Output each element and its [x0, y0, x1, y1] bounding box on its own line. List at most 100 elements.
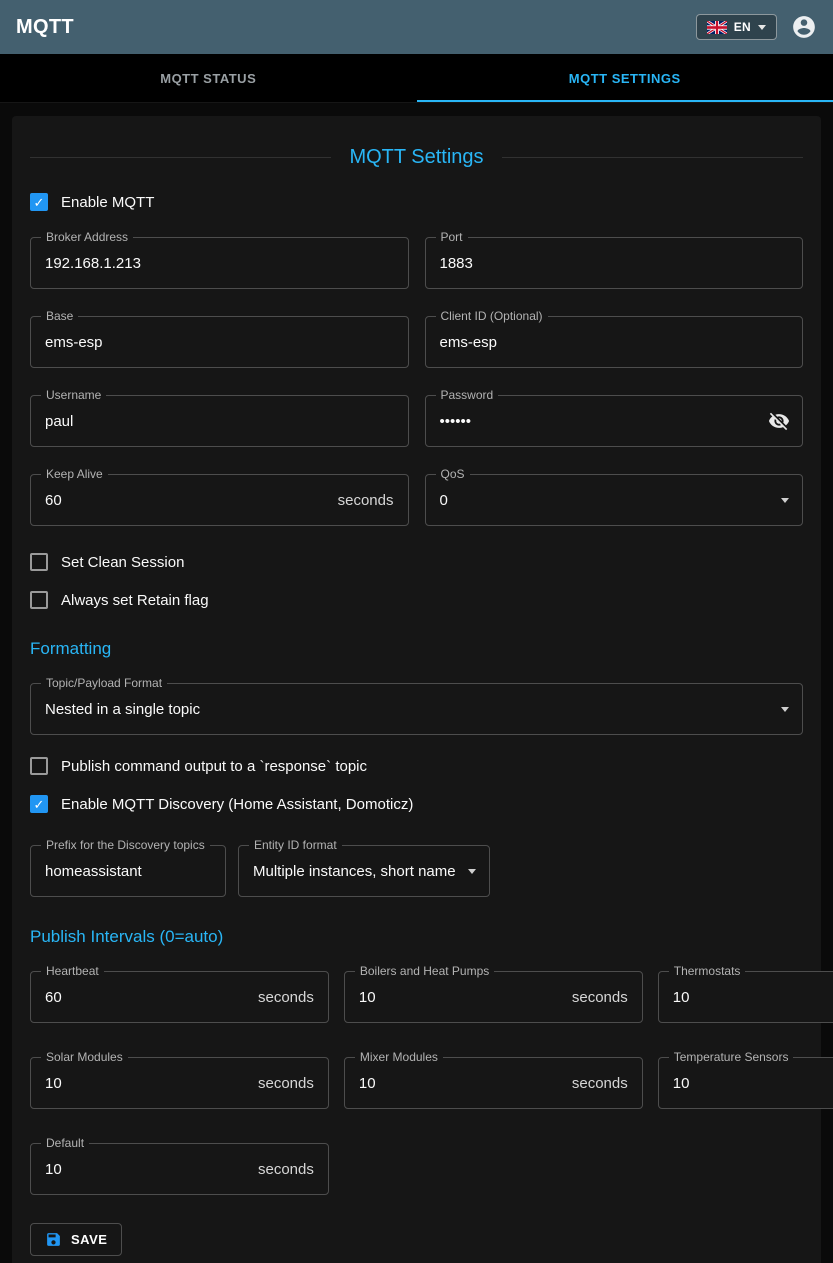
thermostats-interval-input[interactable] [659, 989, 833, 1006]
app-title: MQTT [16, 16, 74, 39]
username-input[interactable] [31, 413, 408, 430]
enable-mqtt-checkbox[interactable]: Enable MQTT [30, 193, 803, 211]
temperature-sensors-interval-field[interactable]: Temperature Sensors seconds [658, 1057, 833, 1109]
divider-line [502, 157, 803, 158]
broker-address-field[interactable]: Broker Address [30, 237, 409, 289]
caret-down-icon [781, 707, 789, 712]
heartbeat-interval-input[interactable] [31, 989, 258, 1006]
interval-suffix: seconds [258, 989, 328, 1006]
checkbox-icon[interactable] [30, 795, 48, 813]
app-bar: MQTT EN [0, 0, 833, 54]
username-field[interactable]: Username [30, 395, 409, 447]
caret-down-icon [758, 25, 766, 30]
visibility-off-icon [768, 410, 790, 432]
field-label: Prefix for the Discovery topics [41, 838, 210, 852]
base-clientid-row: Base Client ID (Optional) [30, 316, 803, 368]
broker-address-input[interactable] [31, 255, 408, 272]
field-label: Mixer Modules [355, 1050, 443, 1064]
topic-format-value: Nested in a single topic [31, 701, 781, 718]
tab-mqtt-status[interactable]: MQTT STATUS [0, 54, 417, 102]
save-button[interactable]: SAVE [30, 1223, 122, 1256]
field-label: Temperature Sensors [669, 1050, 794, 1064]
checkbox-label: Enable MQTT Discovery (Home Assistant, D… [61, 796, 413, 813]
client-id-field[interactable]: Client ID (Optional) [425, 316, 804, 368]
interval-suffix: seconds [258, 1075, 328, 1092]
temperature-sensors-interval-input[interactable] [659, 1075, 833, 1092]
checkbox-label: Set Clean Session [61, 554, 184, 571]
heartbeat-interval-field[interactable]: Heartbeat seconds [30, 971, 329, 1023]
client-id-input[interactable] [426, 334, 803, 351]
checkbox-icon[interactable] [30, 591, 48, 609]
keep-alive-suffix: seconds [338, 492, 408, 509]
port-input[interactable] [426, 255, 803, 272]
retain-flag-checkbox[interactable]: Always set Retain flag [30, 591, 803, 609]
keep-alive-field[interactable]: Keep Alive seconds [30, 474, 409, 526]
solar-interval-input[interactable] [31, 1075, 258, 1092]
publish-intervals-heading: Publish Intervals (0=auto) [30, 927, 803, 947]
credentials-row: Username Password [30, 395, 803, 447]
solar-interval-field[interactable]: Solar Modules seconds [30, 1057, 329, 1109]
language-label: EN [734, 20, 751, 34]
formatting-heading: Formatting [30, 639, 803, 659]
qos-select[interactable]: QoS 0 [425, 474, 804, 526]
qos-value: 0 [426, 492, 782, 509]
page-title: MQTT Settings [349, 146, 483, 169]
entity-id-format-select[interactable]: Entity ID format Multiple instances, sho… [238, 845, 490, 897]
field-label: Boilers and Heat Pumps [355, 964, 494, 978]
boilers-interval-input[interactable] [345, 989, 572, 1006]
mqtt-settings-page: MQTT EN [0, 0, 833, 1263]
field-label: Keep Alive [41, 467, 108, 481]
broker-port-row: Broker Address Port [30, 237, 803, 289]
field-label: Base [41, 309, 78, 323]
boilers-interval-field[interactable]: Boilers and Heat Pumps seconds [344, 971, 643, 1023]
save-button-label: SAVE [71, 1232, 107, 1247]
card-title-row: MQTT Settings [30, 146, 803, 169]
base-input[interactable] [31, 334, 408, 351]
discovery-prefix-field[interactable]: Prefix for the Discovery topics [30, 845, 226, 897]
account-button[interactable] [791, 14, 817, 40]
uk-flag-icon [707, 21, 727, 34]
tab-mqtt-settings[interactable]: MQTT SETTINGS [417, 54, 833, 102]
checkbox-label: Enable MQTT [61, 194, 154, 211]
mixer-interval-input[interactable] [345, 1075, 572, 1092]
entity-format-value: Multiple instances, short name [239, 863, 468, 880]
app-bar-actions: EN [696, 14, 817, 40]
checkbox-label: Always set Retain flag [61, 592, 209, 609]
content-area: MQTT Settings Enable MQTT Broker Address… [0, 103, 833, 1263]
password-field[interactable]: Password [425, 395, 804, 447]
interval-suffix: seconds [258, 1161, 328, 1178]
account-circle-icon [791, 14, 817, 40]
clean-session-checkbox[interactable]: Set Clean Session [30, 553, 803, 571]
keep-alive-input[interactable] [31, 492, 338, 509]
language-selector[interactable]: EN [696, 14, 777, 40]
default-interval-input[interactable] [31, 1161, 258, 1178]
publish-intervals-grid: Heartbeat seconds Boilers and Heat Pumps… [30, 971, 803, 1195]
publish-response-checkbox[interactable]: Publish command output to a `response` t… [30, 757, 803, 775]
field-label: Entity ID format [249, 838, 342, 852]
field-label: Topic/Payload Format [41, 676, 167, 690]
divider-line [30, 157, 331, 158]
checkbox-icon[interactable] [30, 553, 48, 571]
port-field[interactable]: Port [425, 237, 804, 289]
password-input[interactable] [426, 413, 765, 430]
topic-payload-format-select[interactable]: Topic/Payload Format Nested in a single … [30, 683, 803, 735]
thermostats-interval-field[interactable]: Thermostats seconds [658, 971, 833, 1023]
field-label: Port [436, 230, 468, 244]
caret-down-icon [468, 869, 476, 874]
interval-suffix: seconds [572, 1075, 642, 1092]
default-interval-field[interactable]: Default seconds [30, 1143, 329, 1195]
checkbox-icon[interactable] [30, 193, 48, 211]
mqtt-discovery-checkbox[interactable]: Enable MQTT Discovery (Home Assistant, D… [30, 795, 803, 813]
discovery-prefix-input[interactable] [31, 863, 225, 880]
base-field[interactable]: Base [30, 316, 409, 368]
mixer-interval-field[interactable]: Mixer Modules seconds [344, 1057, 643, 1109]
caret-down-icon [781, 498, 789, 503]
toggle-password-visibility-button[interactable] [764, 410, 802, 432]
tab-bar: MQTT STATUS MQTT SETTINGS [0, 54, 833, 103]
topic-format-row: Topic/Payload Format Nested in a single … [30, 683, 803, 735]
checkbox-icon[interactable] [30, 757, 48, 775]
keepalive-qos-row: Keep Alive seconds QoS 0 [30, 474, 803, 526]
field-label: Solar Modules [41, 1050, 128, 1064]
save-icon [45, 1231, 62, 1248]
field-label: Client ID (Optional) [436, 309, 548, 323]
